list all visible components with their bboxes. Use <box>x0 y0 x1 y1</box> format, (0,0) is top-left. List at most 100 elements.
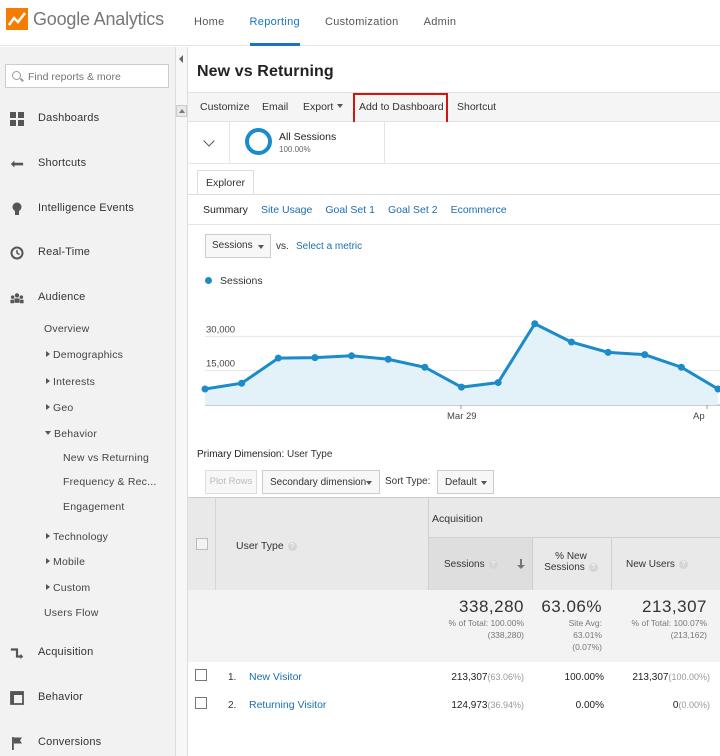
clock-icon <box>10 246 24 260</box>
tab-explorer[interactable]: Explorer <box>197 170 254 195</box>
sidebar-item-interests[interactable]: Interests <box>46 376 95 388</box>
data-point[interactable] <box>311 354 319 362</box>
data-point[interactable] <box>567 338 575 346</box>
cell-value: 124,973 <box>451 700 488 711</box>
total-pct: % of Total: 100.07% <box>631 618 707 628</box>
sidebar-item-frequency[interactable]: Frequency & Rec... <box>63 476 156 488</box>
help-icon[interactable]: ? <box>678 560 688 569</box>
data-point[interactable] <box>494 379 502 387</box>
google-analytics-logo[interactable]: Google Analytics <box>6 8 164 30</box>
table-row: 1. New Visitor 213,307(63.06%) 100.00% 2… <box>188 663 720 691</box>
site-avg-value: 63.01% <box>573 630 602 640</box>
segment-percent: 100.00% <box>279 145 311 154</box>
collapse-sidebar-icon[interactable] <box>179 55 183 63</box>
row-number: 1. <box>228 672 237 683</box>
sidebar-item-label: Mobile <box>53 556 86 568</box>
sidebar-item-dashboards[interactable]: Dashboards <box>0 107 176 131</box>
data-point[interactable] <box>201 385 209 393</box>
sort-descending-icon[interactable] <box>517 559 525 569</box>
subtab-goal-set-1[interactable]: Goal Set 1 <box>325 204 375 216</box>
data-point[interactable] <box>348 352 356 360</box>
nav-reporting[interactable]: Reporting <box>249 0 300 46</box>
sidebar-item-geo[interactable]: Geo <box>46 402 73 414</box>
subtab-goal-set-2[interactable]: Goal Set 2 <box>388 204 438 216</box>
data-point[interactable] <box>421 363 429 371</box>
subtab-summary[interactable]: Summary <box>203 204 248 216</box>
user-type-link[interactable]: Returning Visitor <box>249 699 326 711</box>
data-point[interactable] <box>274 354 282 362</box>
search-input[interactable] <box>28 69 166 84</box>
sort-type-select[interactable]: Default <box>437 470 494 494</box>
user-type-link[interactable]: New Visitor <box>249 671 302 683</box>
data-point[interactable] <box>604 348 612 356</box>
row-checkbox[interactable] <box>195 669 207 681</box>
sidebar-item-custom[interactable]: Custom <box>46 582 90 594</box>
customize-button[interactable]: Customize <box>200 101 250 113</box>
total-abs: (213,162) <box>670 630 707 640</box>
metric-select[interactable]: Sessions <box>205 234 271 258</box>
new-users-cell: 0(0.00%) <box>612 700 710 711</box>
sidebar-item-behavior[interactable]: Behavior <box>0 686 176 710</box>
sidebar-item-audience[interactable]: Audience <box>0 286 176 310</box>
total-sessions: 338,280 % of Total: 100.00% (338,280) <box>430 597 524 641</box>
sidebar: Dashboards Shortcuts Intelligence Events… <box>0 47 176 756</box>
data-point[interactable] <box>677 363 685 371</box>
sidebar-item-real-time[interactable]: Real-Time <box>0 241 176 265</box>
help-icon[interactable]: ? <box>588 563 598 572</box>
total-value: 63.06% <box>541 597 602 616</box>
column-header-new-users[interactable]: New Users? <box>626 559 688 570</box>
scroll-up-button[interactable] <box>176 105 187 117</box>
row-checkbox[interactable] <box>195 697 207 709</box>
help-icon[interactable]: ? <box>488 560 498 569</box>
shortcut-button[interactable]: Shortcut <box>457 101 496 113</box>
sidebar-item-acquisition[interactable]: Acquisition <box>0 641 176 665</box>
sidebar-item-label: Custom <box>53 582 91 594</box>
dashboard-icon <box>10 112 24 126</box>
plot-rows-button[interactable]: Plot Rows <box>205 470 257 494</box>
site-avg-diff: (0.07%) <box>572 642 602 652</box>
data-point[interactable] <box>458 383 465 391</box>
subtab-site-usage[interactable]: Site Usage <box>261 204 312 216</box>
data-point[interactable] <box>641 351 649 359</box>
help-icon[interactable]: ? <box>287 542 297 551</box>
x-tick-label: Ap <box>693 411 705 422</box>
data-point[interactable] <box>531 320 539 328</box>
segment-name[interactable]: All Sessions <box>279 131 336 143</box>
sidebar-item-conversions[interactable]: Conversions <box>0 731 176 755</box>
select-metric-link[interactable]: Select a metric <box>296 241 362 252</box>
legend-label: Sessions <box>220 275 263 287</box>
cell-pct: (36.94%) <box>487 700 524 710</box>
secondary-dimension-select[interactable]: Secondary dimension <box>262 470 380 494</box>
search-box[interactable] <box>5 64 169 88</box>
sidebar-item-demographics[interactable]: Demographics <box>46 349 123 361</box>
column-header-sessions[interactable]: Sessions? <box>429 538 532 590</box>
checkbox-column <box>188 497 216 590</box>
subtab-ecommerce[interactable]: Ecommerce <box>451 204 507 216</box>
email-button[interactable]: Email <box>262 101 288 113</box>
cell-value: 213,307 <box>632 672 669 683</box>
export-button[interactable]: Export <box>303 101 344 113</box>
nav-customization[interactable]: Customization <box>325 0 399 46</box>
sidebar-collapse-strip[interactable] <box>176 47 188 756</box>
sidebar-item-engagement[interactable]: Engagement <box>63 501 125 513</box>
cell-pct: (100.00%) <box>668 672 710 682</box>
select-all-checkbox[interactable] <box>196 538 208 550</box>
sidebar-item-shortcuts[interactable]: Shortcuts <box>0 152 176 176</box>
sidebar-item-new-vs-returning[interactable]: New vs Returning <box>63 452 149 464</box>
nav-home[interactable]: Home <box>194 0 225 46</box>
sidebar-item-behavior-sub[interactable]: Behavior <box>45 428 97 440</box>
data-point[interactable] <box>384 355 392 363</box>
sidebar-item-users-flow[interactable]: Users Flow <box>44 607 99 619</box>
nav-admin[interactable]: Admin <box>424 0 457 46</box>
sidebar-item-technology[interactable]: Technology <box>46 531 108 543</box>
column-header-user-type[interactable]: User Type? <box>236 540 297 552</box>
sidebar-item-overview[interactable]: Overview <box>44 323 89 335</box>
primary-dimension-value[interactable]: User Type <box>287 449 332 460</box>
divider <box>229 122 230 164</box>
sidebar-item-mobile[interactable]: Mobile <box>46 556 85 568</box>
shortcuts-icon <box>10 160 24 168</box>
sidebar-item-intelligence-events[interactable]: Intelligence Events <box>0 197 176 221</box>
flag-icon <box>12 737 22 750</box>
data-point[interactable] <box>238 379 246 387</box>
column-header-pct-new-sessions[interactable]: % New Sessions? <box>538 551 604 573</box>
